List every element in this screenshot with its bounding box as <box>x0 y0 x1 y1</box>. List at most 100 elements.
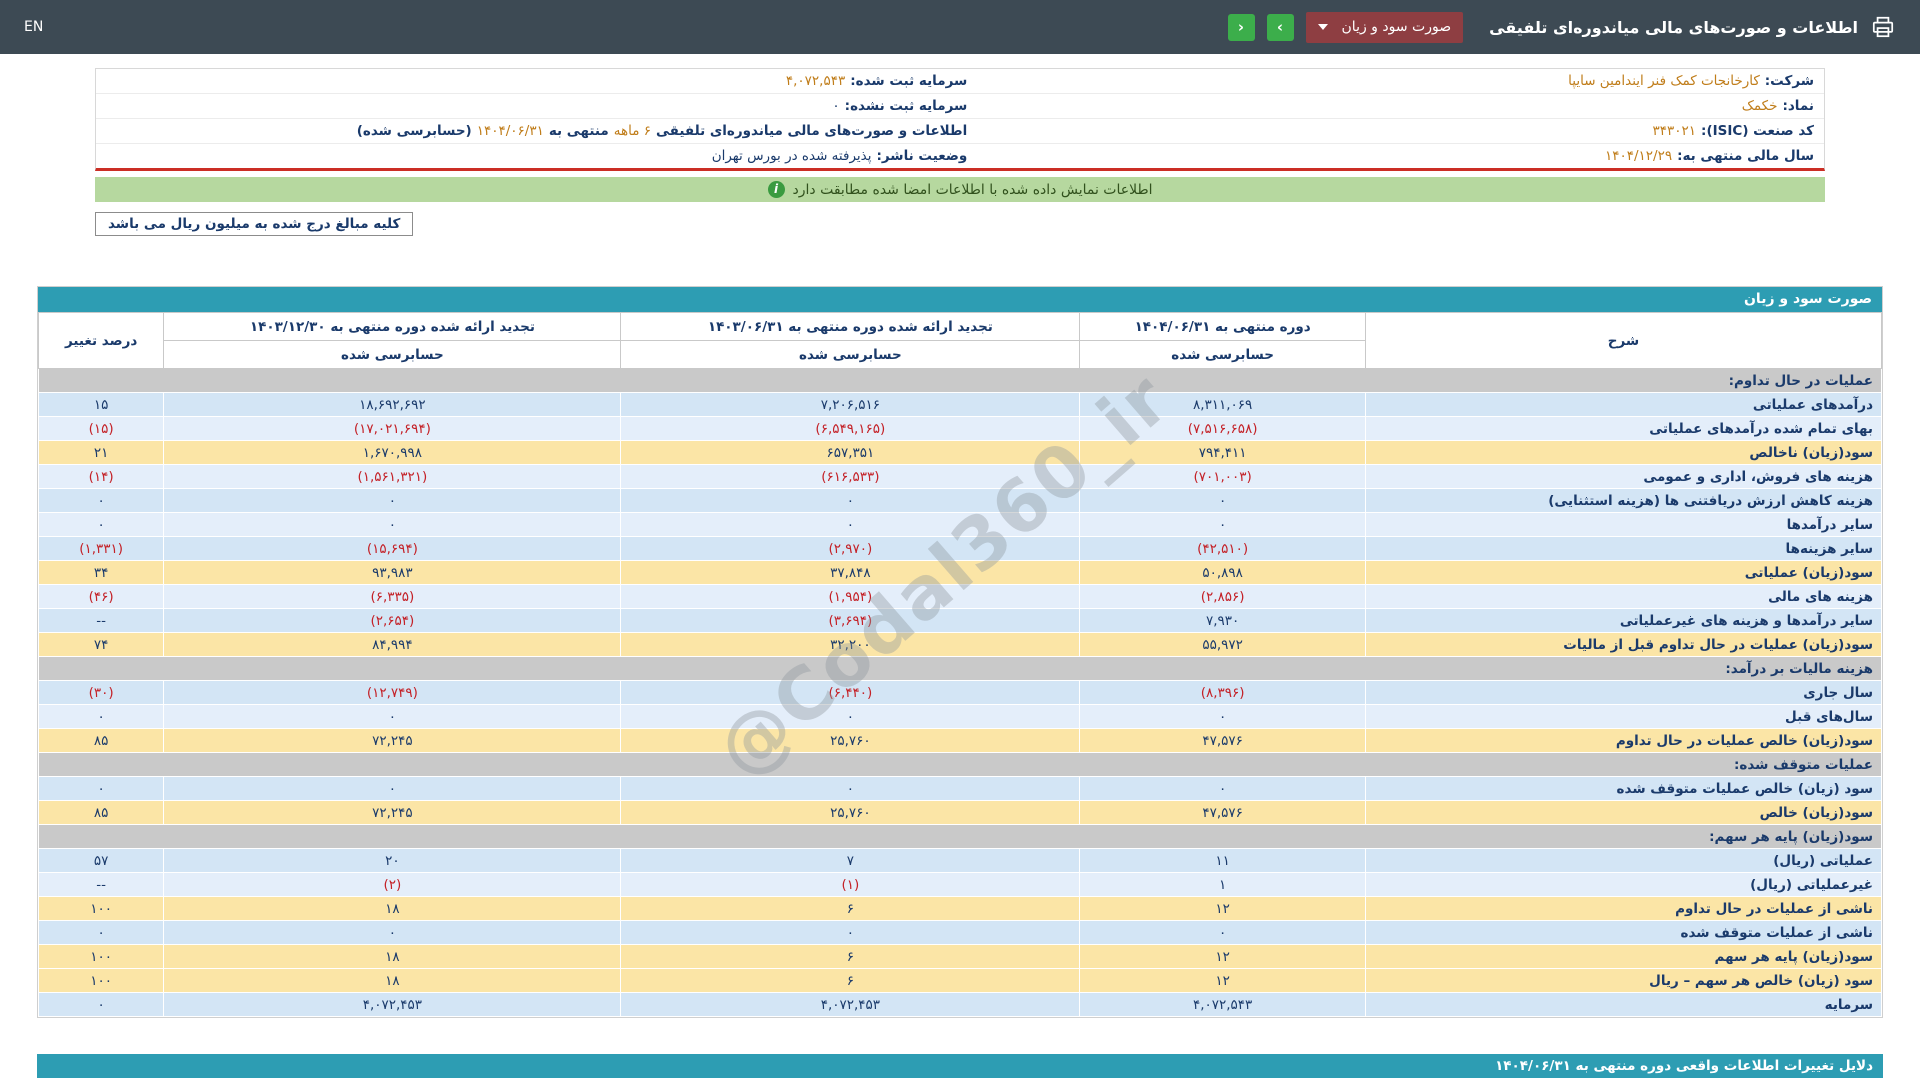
percent-change-value: ۸۵ <box>39 729 164 753</box>
row-label: هزینه های مالی <box>1365 585 1881 609</box>
amount-value: ۴,۰۷۲,۴۵۳ <box>164 993 621 1017</box>
percent-change-value: (۱,۳۳۱) <box>39 537 164 561</box>
statement-row: سایر درآمدها۰۰۰۰ <box>39 513 1882 537</box>
fiscal-year-label: سال مالی منتهی به: <box>1677 148 1814 164</box>
statement-row: بهای تمام شده درآمدهای عملیاتی(۷,۵۱۶,۶۵۸… <box>39 417 1882 441</box>
amount-value: ۲۵,۷۶۰ <box>621 801 1080 825</box>
registered-capital-value: ۴,۰۷۲,۵۴۳ <box>786 73 845 89</box>
percent-change-value: -- <box>39 609 164 633</box>
row-label: سود(زیان) خالص عملیات در حال تداوم <box>1365 729 1881 753</box>
amount-value: ۸,۳۱۱,۰۶۹ <box>1080 393 1366 417</box>
row-label: سال جاری <box>1365 681 1881 705</box>
row-label: درآمدهای عملیاتی <box>1365 393 1881 417</box>
amount-value: ۰ <box>1080 489 1366 513</box>
percent-change-value: (۱۵) <box>39 417 164 441</box>
currency-unit-note: کلیه مبالغ درج شده به میلیون ریال می باش… <box>95 212 413 236</box>
amount-value: ۱۲ <box>1080 945 1366 969</box>
section-header-label: سود(زیان) پایه هر سهم: <box>39 825 1882 849</box>
top-bar-main-group: اطلاعات و صورت‌های مالی میاندوره‌ای تلفی… <box>1228 12 1896 43</box>
next-statement-button[interactable]: ‹ <box>1267 14 1294 41</box>
row-label: سال‌های قبل <box>1365 705 1881 729</box>
statement-row: غیرعملیاتی (ریال)۱(۱)(۲)-- <box>39 873 1882 897</box>
info-row: شرکت: کارخانجات کمک فنر ایندامین سایپا س… <box>96 69 1824 94</box>
amount-value: ۰ <box>621 921 1080 945</box>
amount-value: ۱۸,۶۹۲,۶۹۲ <box>164 393 621 417</box>
publisher-status-value: پذیرفته شده در بورس تهران <box>712 148 872 164</box>
amount-value: ۹۳,۹۸۳ <box>164 561 621 585</box>
amount-value: ۷۹۴,۴۱۱ <box>1080 441 1366 465</box>
report-icon[interactable] <box>1870 14 1896 40</box>
percent-change-value: ۱۰۰ <box>39 945 164 969</box>
percent-change-value: ۰ <box>39 777 164 801</box>
amount-value: ۷,۲۰۶,۵۱۶ <box>621 393 1080 417</box>
amount-value: ۱۲ <box>1080 969 1366 993</box>
statement-row: سود(زیان) ناخالص۷۹۴,۴۱۱۶۵۷,۳۵۱۱,۶۷۰,۹۹۸۲… <box>39 441 1882 465</box>
statement-row: هزینه های مالی(۲,۸۵۶)(۱,۹۵۴)(۶,۳۳۵)(۴۶) <box>39 585 1882 609</box>
row-label: سود(زیان) خالص <box>1365 801 1881 825</box>
statement-row: سال جاری(۸,۳۹۶)(۶,۴۴۰)(۱۲,۷۴۹)(۳۰) <box>39 681 1882 705</box>
amount-value: ۸۴,۹۹۴ <box>164 633 621 657</box>
amount-value: ۶ <box>621 945 1080 969</box>
percent-change-value: ۱۰۰ <box>39 897 164 921</box>
isic-label: کد صنعت (ISIC): <box>1701 123 1814 139</box>
statement-row: عملیاتی (ریال)۱۱۷۲۰۵۷ <box>39 849 1882 873</box>
amount-value: ۰ <box>621 513 1080 537</box>
amount-value: ۰ <box>1080 513 1366 537</box>
row-label: سود(زیان) ناخالص <box>1365 441 1881 465</box>
chevron-down-icon <box>1318 24 1328 30</box>
amount-value: (۸,۳۹۶) <box>1080 681 1366 705</box>
section-header-row: هزینه مالیات بر درآمد: <box>39 657 1882 681</box>
row-label: ناشی از عملیات در حال تداوم <box>1365 897 1881 921</box>
percent-change-value: ۰ <box>39 921 164 945</box>
amount-value: ۰ <box>621 777 1080 801</box>
amount-value: (۱,۵۶۱,۳۲۱) <box>164 465 621 489</box>
amount-value: ۴,۰۷۲,۴۵۳ <box>621 993 1080 1017</box>
percent-change-value: (۴۶) <box>39 585 164 609</box>
page-title: اطلاعات و صورت‌های مالی میاندوره‌ای تلفی… <box>1489 18 1858 37</box>
amount-value: (۷,۵۱۶,۶۵۸) <box>1080 417 1366 441</box>
row-label: سود(زیان) پایه هر سهم <box>1365 945 1881 969</box>
income-statement-section: صورت سود و زیان شرح دوره منتهی به ۱۴۰۴/۰… <box>37 286 1883 1018</box>
amount-value: (۶,۵۴۹,۱۶۵) <box>621 417 1080 441</box>
row-label: سرمایه <box>1365 993 1881 1017</box>
statement-row: سال‌های قبل۰۰۰۰ <box>39 705 1882 729</box>
row-label: سود(زیان) عملیات در حال تداوم قبل از مال… <box>1365 633 1881 657</box>
section-header-row: سود(زیان) پایه هر سهم: <box>39 825 1882 849</box>
registered-capital-label: سرمایه ثبت شده: <box>850 73 967 89</box>
statement-table-body: عملیات در حال تداوم:درآمدهای عملیاتی۸,۳۱… <box>39 369 1882 1017</box>
percent-change-value: ۰ <box>39 489 164 513</box>
prev-statement-button[interactable]: › <box>1228 14 1255 41</box>
report-line-part1: اطلاعات و صورت‌های مالی میاندوره‌ای تلفی… <box>656 123 967 139</box>
amount-value: ۴۷,۵۷۶ <box>1080 729 1366 753</box>
percent-change-value: (۳۰) <box>39 681 164 705</box>
amount-value: ۴,۰۷۲,۵۴۳ <box>1080 993 1366 1017</box>
statement-row: سایر درآمدها و هزینه های غیرعملیاتی۷,۹۳۰… <box>39 609 1882 633</box>
language-toggle[interactable]: EN <box>24 19 43 35</box>
statement-type-select[interactable]: صورت سود و زیان <box>1306 12 1464 43</box>
info-row: سال مالی منتهی به: ۱۴۰۴/۱۲/۲۹ وضعیت ناشر… <box>96 144 1824 168</box>
amount-value: ۱۱ <box>1080 849 1366 873</box>
statement-row: سرمایه۴,۰۷۲,۵۴۳۴,۰۷۲,۴۵۳۴,۰۷۲,۴۵۳۰ <box>39 993 1882 1017</box>
statement-row: ناشی از عملیات متوقف شده۰۰۰۰ <box>39 921 1882 945</box>
amount-value: ۷ <box>621 849 1080 873</box>
amount-value: ۰ <box>164 489 621 513</box>
amount-value: ۶ <box>621 897 1080 921</box>
amount-value: ۰ <box>621 705 1080 729</box>
amount-value: (۶,۳۳۵) <box>164 585 621 609</box>
section-header-label: هزینه مالیات بر درآمد: <box>39 657 1882 681</box>
row-label: غیرعملیاتی (ریال) <box>1365 873 1881 897</box>
company-value[interactable]: کارخانجات کمک فنر ایندامین سایپا <box>1568 73 1760 89</box>
statement-row: ناشی از عملیات در حال تداوم۱۲۶۱۸۱۰۰ <box>39 897 1882 921</box>
amount-value: ۱۸ <box>164 945 621 969</box>
amount-value: (۲,۸۵۶) <box>1080 585 1366 609</box>
chevron-right-icon: ‹ <box>1277 18 1283 36</box>
amount-value: (۲) <box>164 873 621 897</box>
amount-value: ۵۵,۹۷۲ <box>1080 633 1366 657</box>
amount-value: ۰ <box>1080 777 1366 801</box>
percent-change-value: ۵۷ <box>39 849 164 873</box>
statement-row: سود(زیان) خالص۴۷,۵۷۶۲۵,۷۶۰۷۲,۲۴۵۸۵ <box>39 801 1882 825</box>
col-header-period-current: دوره منتهی به ۱۴۰۴/۰۶/۳۱ <box>1080 313 1366 341</box>
col-header-period-restated-year: تجدید ارائه شده دوره منتهی به ۱۴۰۳/۱۲/۳۰ <box>164 313 621 341</box>
amount-value: ۲۰ <box>164 849 621 873</box>
row-label: سود (زیان) خالص عملیات متوقف شده <box>1365 777 1881 801</box>
